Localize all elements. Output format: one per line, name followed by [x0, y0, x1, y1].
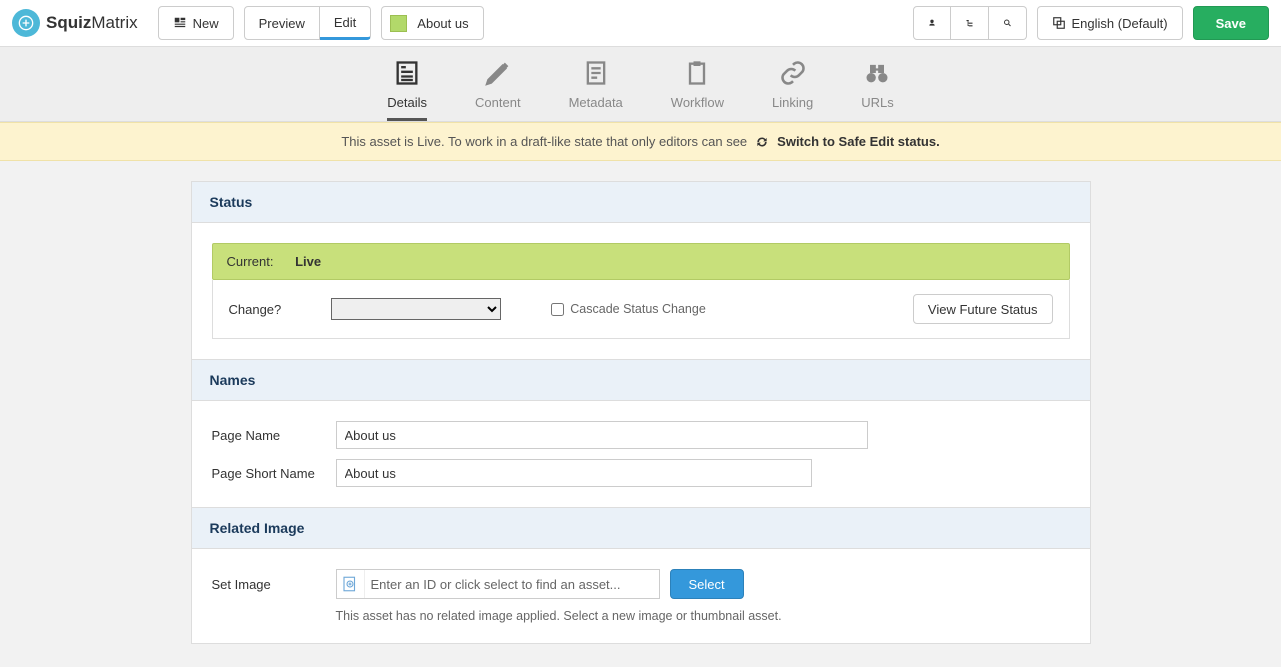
edit-button[interactable]: Edit	[320, 6, 371, 40]
asset-name-label: About us	[417, 16, 468, 31]
change-label: Change?	[229, 302, 282, 317]
clipboard-icon	[683, 59, 711, 87]
safe-edit-link[interactable]: Switch to Safe Edit status.	[777, 134, 940, 149]
plus-icon	[173, 16, 187, 30]
names-heading: Names	[192, 360, 1090, 401]
logo-text: SquizMatrix	[46, 13, 138, 33]
tab-workflow[interactable]: Workflow	[671, 59, 724, 121]
names-panel: Names Page Name Page Short Name	[191, 360, 1091, 508]
select-asset-button[interactable]: Select	[670, 569, 744, 599]
save-button[interactable]: Save	[1193, 6, 1269, 40]
related-image-panel: Related Image Set Image Select This asse…	[191, 508, 1091, 644]
tab-urls[interactable]: URLs	[861, 59, 894, 121]
preview-button[interactable]: Preview	[244, 6, 320, 40]
current-status-bar: Current: Live	[212, 243, 1070, 280]
asset-tabs: Details Content Metadata Workflow Linkin…	[0, 47, 1281, 122]
main-content: Status Current: Live Change? Cascade Sta…	[191, 181, 1091, 644]
language-button[interactable]: English (Default)	[1037, 6, 1183, 40]
tab-content[interactable]: Content	[475, 59, 521, 121]
refresh-icon	[755, 135, 769, 149]
user-icon-button[interactable]	[913, 6, 951, 40]
view-future-status-button[interactable]: View Future Status	[913, 294, 1053, 324]
page-short-name-label: Page Short Name	[212, 466, 336, 481]
document-icon	[582, 59, 610, 87]
status-color-square	[390, 15, 407, 32]
top-toolbar: SquizMatrix New Preview Edit About us En…	[0, 0, 1281, 47]
binoculars-icon	[863, 59, 891, 87]
status-heading: Status	[192, 182, 1090, 223]
tree-icon-button[interactable]	[951, 6, 989, 40]
asset-type-icon	[337, 570, 365, 598]
asset-finder-input[interactable]	[365, 570, 659, 598]
mode-toggle: Preview Edit	[244, 6, 372, 40]
user-icon	[928, 15, 936, 31]
change-status-row: Change? Cascade Status Change View Futur…	[212, 280, 1070, 339]
duplicate-icon	[1052, 16, 1066, 30]
asset-chip[interactable]: About us	[381, 6, 483, 40]
util-icon-group	[913, 6, 1027, 40]
asset-finder: Select	[336, 569, 744, 599]
pencil-icon	[484, 59, 512, 87]
related-image-heading: Related Image	[192, 508, 1090, 549]
link-icon	[779, 59, 807, 87]
tab-details[interactable]: Details	[387, 59, 427, 121]
page-short-name-input[interactable]	[336, 459, 812, 487]
new-button[interactable]: New	[158, 6, 234, 40]
set-image-label: Set Image	[212, 577, 336, 592]
logo-icon	[12, 9, 40, 37]
notice-text: This asset is Live. To work in a draft-l…	[341, 134, 747, 149]
details-icon	[393, 59, 421, 87]
page-name-label: Page Name	[212, 428, 336, 443]
current-label: Current:	[227, 254, 274, 269]
logo[interactable]: SquizMatrix	[12, 9, 138, 37]
tab-linking[interactable]: Linking	[772, 59, 813, 121]
live-notice: This asset is Live. To work in a draft-l…	[0, 122, 1281, 161]
current-status-value: Live	[295, 254, 321, 269]
cascade-checkbox[interactable]	[551, 303, 564, 316]
cascade-checkbox-label[interactable]: Cascade Status Change	[551, 302, 706, 316]
search-icon	[1003, 15, 1012, 31]
status-panel: Status Current: Live Change? Cascade Sta…	[191, 181, 1091, 360]
asset-finder-field[interactable]	[336, 569, 660, 599]
tab-metadata[interactable]: Metadata	[569, 59, 623, 121]
tree-icon	[965, 15, 974, 31]
change-status-select[interactable]	[331, 298, 501, 320]
page-name-input[interactable]	[336, 421, 868, 449]
related-image-hint: This asset has no related image applied.…	[336, 609, 1070, 623]
search-icon-button[interactable]	[989, 6, 1027, 40]
